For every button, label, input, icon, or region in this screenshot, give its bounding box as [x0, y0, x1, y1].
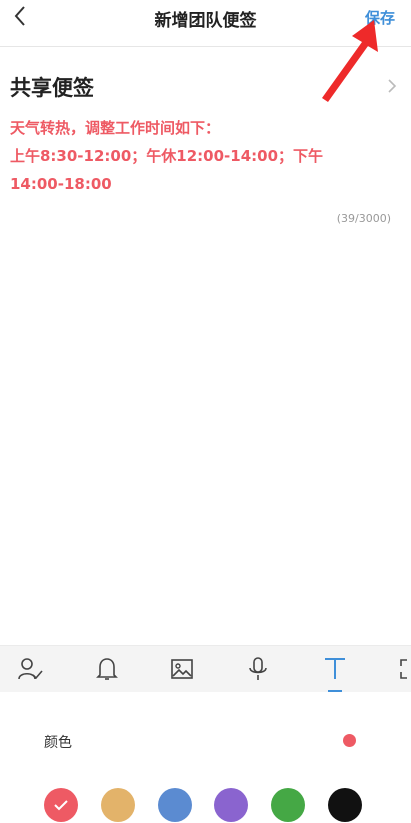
checkmark-icon	[54, 800, 68, 811]
text-format-icon	[325, 658, 345, 679]
image-icon	[171, 659, 193, 679]
color-swatch-red[interactable]	[44, 788, 78, 822]
color-swatch-blue[interactable]	[158, 788, 192, 822]
color-swatch-green[interactable]	[271, 788, 305, 822]
note-title[interactable]: 共享便签	[10, 72, 94, 102]
note-content[interactable]: 天气转热，调整工作时间如下： 上午8:30-12:00；午休12:00-14:0…	[10, 114, 340, 198]
chevron-right-icon[interactable]	[387, 78, 397, 94]
color-swatch-purple[interactable]	[214, 788, 248, 822]
color-panel: 颜色	[0, 692, 411, 823]
character-counter: (39/3000)	[336, 212, 391, 225]
current-color-dot	[343, 734, 356, 747]
assign-person-icon	[18, 658, 43, 680]
color-swatch-orange[interactable]	[101, 788, 135, 822]
bell-icon	[96, 658, 118, 680]
red-arrow-annotation	[322, 20, 378, 102]
note-line: 天气转热，调整工作时间如下：	[10, 119, 221, 137]
note-line: 上午8:30-12:00；午休12:00-14:00；下午	[10, 147, 324, 165]
reminder-button[interactable]	[93, 655, 121, 683]
note-line: 14:00-18:00	[10, 175, 112, 193]
voice-button[interactable]	[244, 655, 272, 683]
editor-toolbar	[0, 645, 411, 692]
microphone-icon	[249, 657, 267, 680]
fullscreen-icon	[400, 659, 407, 679]
color-swatch-black[interactable]	[328, 788, 362, 822]
text-format-button[interactable]	[321, 655, 349, 683]
fullscreen-button[interactable]	[395, 655, 411, 683]
assign-person-button[interactable]	[16, 655, 44, 683]
color-label: 颜色	[44, 735, 72, 751]
insert-image-button[interactable]	[168, 655, 196, 683]
